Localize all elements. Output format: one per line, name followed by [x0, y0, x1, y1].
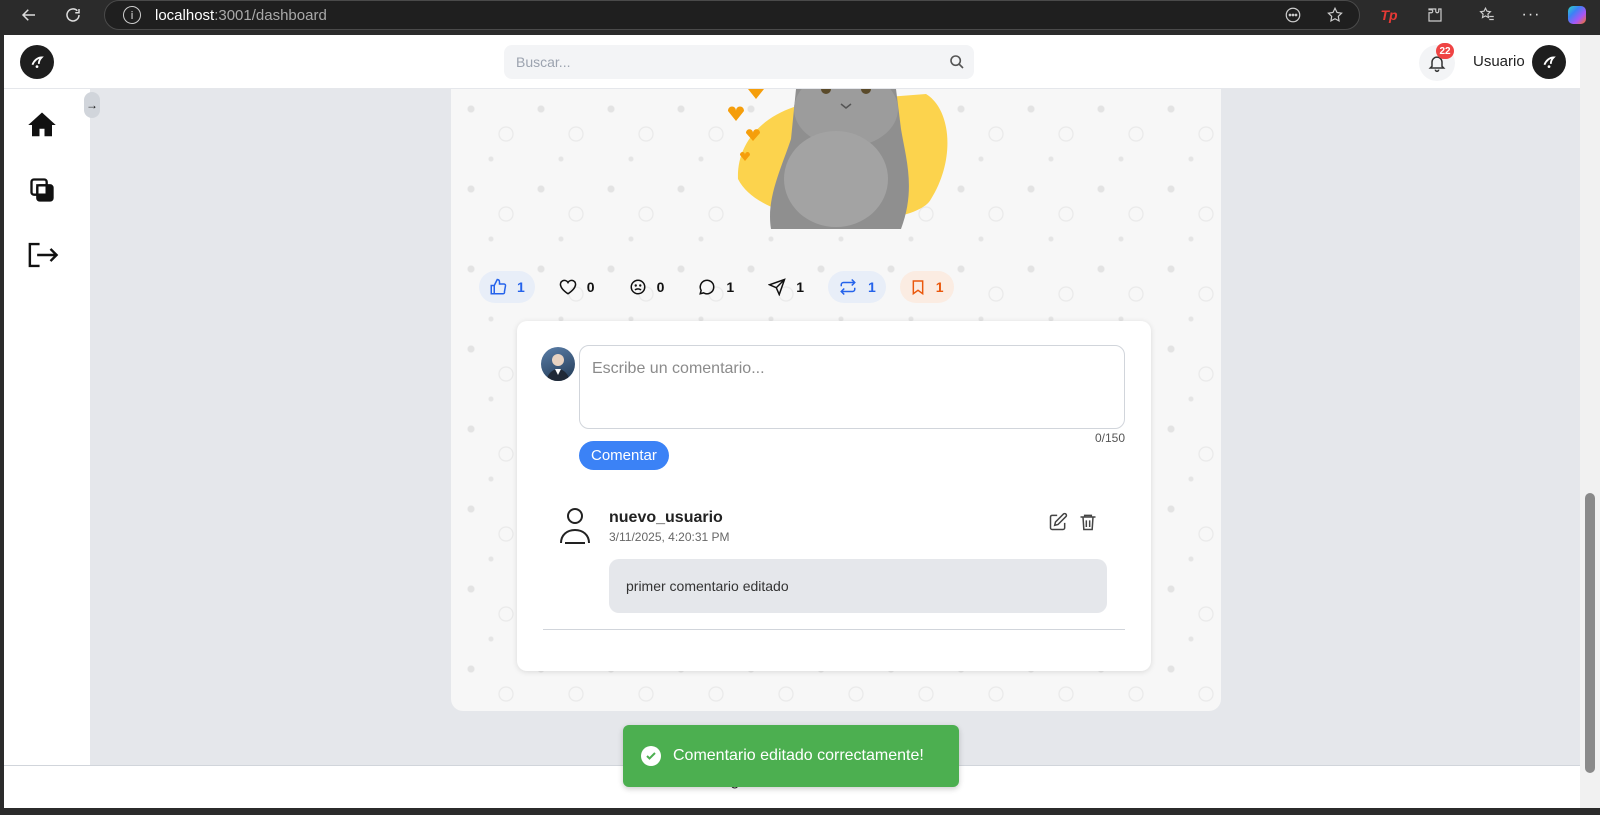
current-user-avatar [541, 347, 575, 381]
like-button[interactable]: 1 [479, 271, 535, 303]
layers-icon [30, 178, 54, 202]
message-circle-icon [699, 279, 715, 295]
app-logo[interactable] [20, 45, 54, 79]
save-count: 1 [935, 279, 944, 295]
heart-icon [559, 279, 577, 295]
copilot-icon[interactable] [1566, 4, 1588, 26]
send-icon [768, 278, 786, 296]
toast-message: Comentario editado correctamente! [673, 747, 924, 764]
sidebar-item-layers[interactable] [24, 172, 60, 208]
info-icon[interactable]: i [123, 6, 141, 24]
window-bottom-edge [0, 808, 1600, 815]
submit-comment-button[interactable]: Comentar [579, 441, 669, 470]
reader-icon[interactable] [1282, 4, 1304, 26]
edit-icon[interactable] [1047, 511, 1069, 533]
comment-text: primer comentario editado [609, 559, 1107, 613]
post-card: 1 0 0 1 1 1 1 Escribe un comentario... 0… [451, 89, 1221, 711]
like-count: 1 [517, 279, 525, 295]
url-text: localhost:3001/dashboard [155, 6, 327, 24]
username-label[interactable]: Usuario [1473, 53, 1525, 70]
home-icon [28, 112, 56, 137]
comment-timestamp: 3/11/2025, 4:20:31 PM [609, 530, 730, 544]
browser-toolbar: i localhost:3001/dashboard Tp ··· [0, 0, 1600, 30]
app-header: 22 Usuario [4, 35, 1580, 89]
share-button[interactable]: 1 [758, 271, 814, 303]
search-bar [504, 45, 974, 79]
extension-tp-icon[interactable]: Tp [1378, 4, 1400, 26]
share-count: 1 [796, 279, 804, 295]
love-button[interactable]: 0 [549, 271, 605, 303]
comment-author[interactable]: nuevo_usuario [609, 509, 723, 527]
favorites-icon[interactable] [1476, 4, 1498, 26]
back-icon[interactable] [18, 4, 40, 26]
comment-divider [543, 629, 1125, 630]
scrollbar-thumb[interactable] [1585, 493, 1595, 773]
comments-panel: 0/150 Comentar nuevo_usuario 3/11/2025, … [517, 321, 1151, 671]
bookmark-icon [912, 280, 924, 296]
save-button[interactable]: 1 [899, 271, 954, 303]
sad-button[interactable]: 0 [619, 271, 675, 303]
user-avatar[interactable] [1532, 45, 1566, 79]
frown-icon [630, 279, 646, 295]
repost-button[interactable]: 1 [827, 271, 886, 303]
reload-icon[interactable] [62, 4, 84, 26]
sidebar [4, 89, 90, 765]
char-counter: 0/150 [1094, 431, 1125, 445]
sidebar-item-logout[interactable] [24, 237, 60, 273]
search-input[interactable] [504, 54, 940, 70]
extensions-icon[interactable] [1424, 4, 1446, 26]
more-icon[interactable]: ··· [1520, 4, 1542, 26]
star-icon[interactable] [1324, 4, 1346, 26]
notification-badge: 22 [1436, 43, 1454, 59]
comment-button[interactable]: 1 [688, 271, 744, 303]
address-bar[interactable]: i localhost:3001/dashboard [104, 0, 1360, 30]
comment-count: 1 [726, 279, 735, 295]
sidebar-collapse-toggle[interactable]: → [84, 92, 100, 118]
comment-input[interactable] [579, 345, 1125, 429]
repeat-icon [840, 278, 856, 296]
post-image[interactable] [726, 89, 966, 229]
love-count: 0 [586, 279, 595, 295]
check-circle-icon [641, 746, 661, 766]
user-icon [557, 505, 593, 545]
sad-count: 0 [656, 279, 665, 295]
repost-count: 1 [867, 279, 876, 295]
logout-icon [28, 242, 59, 268]
thumbs-up-icon [490, 278, 507, 295]
reaction-bar: 1 0 0 1 1 1 1 [479, 271, 954, 303]
success-toast[interactable]: Comentario editado correctamente! [623, 725, 959, 787]
page-scrollbar[interactable] [1580, 35, 1600, 815]
search-icon[interactable] [940, 54, 974, 70]
dashboard-page: 22 Usuario → [4, 35, 1580, 815]
trash-icon[interactable] [1077, 511, 1099, 533]
sidebar-item-home[interactable] [24, 107, 60, 143]
